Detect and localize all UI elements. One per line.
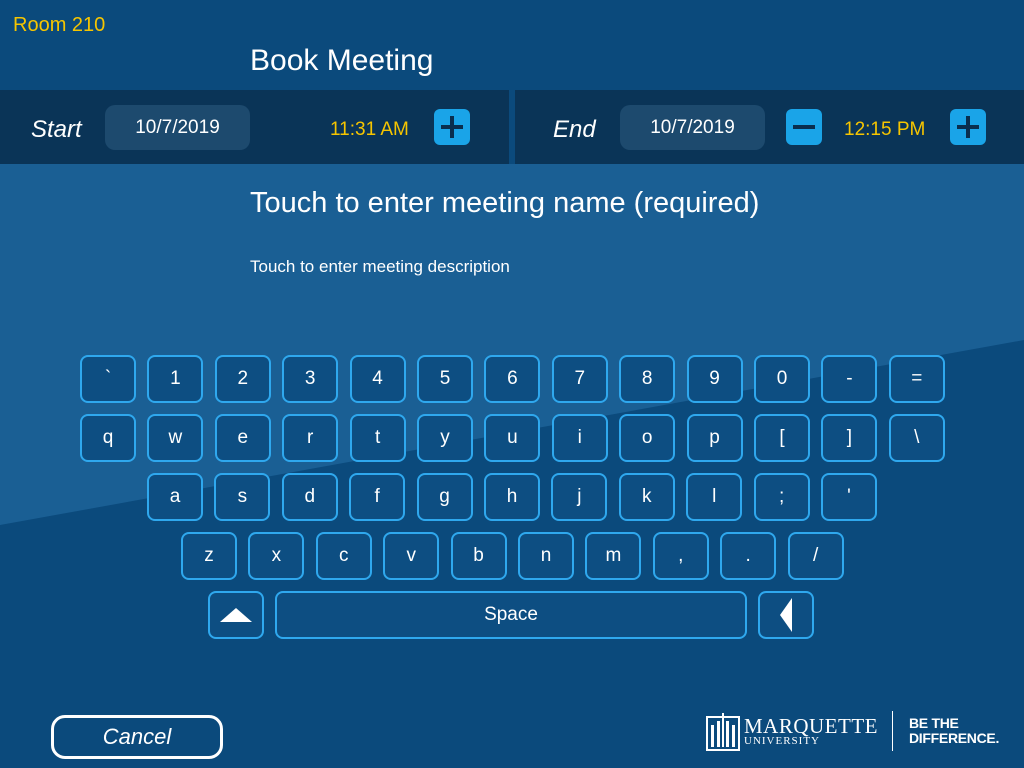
key-z[interactable]: z: [181, 532, 237, 580]
key-9[interactable]: 9: [686, 355, 743, 403]
key-j[interactable]: j: [551, 473, 608, 521]
end-label: End: [553, 116, 596, 143]
end-time-increase-button[interactable]: [950, 109, 986, 145]
backspace-key[interactable]: [758, 591, 814, 639]
marquette-crest-icon: [706, 713, 740, 751]
key-v[interactable]: v: [383, 532, 440, 580]
up-triangle-icon: [220, 608, 252, 622]
key-0[interactable]: 0: [754, 355, 810, 403]
space-key[interactable]: Space: [275, 591, 747, 639]
cancel-button[interactable]: Cancel: [51, 715, 223, 759]
key-u[interactable]: u: [484, 414, 541, 462]
left-triangle-icon: [780, 598, 792, 632]
key-7[interactable]: 7: [551, 355, 608, 403]
room-name: Room 210: [13, 14, 106, 36]
end-time-value: 12:15 PM: [844, 119, 926, 140]
key-g[interactable]: g: [416, 473, 473, 521]
meeting-description-input[interactable]: Touch to enter meeting description: [250, 257, 510, 277]
start-date-field[interactable]: 10/7/2019: [105, 105, 250, 150]
key-backslash[interactable]: \: [888, 414, 945, 462]
key-r[interactable]: r: [282, 414, 339, 462]
meeting-name-input[interactable]: Touch to enter meeting name (required): [250, 187, 759, 220]
minus-icon: [793, 125, 815, 129]
key-backtick[interactable]: `: [80, 355, 136, 403]
key-2[interactable]: 2: [214, 355, 271, 403]
start-time-bar: Start 10/7/2019 11:31 AM: [0, 90, 509, 164]
key-right-bracket[interactable]: ]: [821, 414, 878, 462]
key-n[interactable]: n: [518, 532, 574, 580]
start-time-increase-button[interactable]: [434, 109, 470, 145]
key-m[interactable]: m: [585, 532, 642, 580]
slogan: BE THE DIFFERENCE.: [909, 716, 999, 746]
shift-key[interactable]: [208, 591, 264, 639]
key-c[interactable]: c: [315, 532, 372, 580]
end-time-bar: End 10/7/2019 12:15 PM: [515, 90, 1024, 164]
key-quote[interactable]: ': [821, 473, 877, 521]
slogan-line-1: BE THE: [909, 715, 959, 731]
plus-icon: [441, 116, 463, 138]
key-w[interactable]: w: [147, 414, 204, 462]
key-s[interactable]: s: [214, 473, 271, 521]
key-k[interactable]: k: [618, 473, 675, 521]
logo-divider: [892, 711, 893, 751]
key-semicolon[interactable]: ;: [753, 473, 810, 521]
key-p[interactable]: p: [686, 414, 743, 462]
key-period[interactable]: .: [720, 532, 777, 580]
key-q[interactable]: q: [80, 414, 136, 462]
key-b[interactable]: b: [450, 532, 507, 580]
slogan-line-2: DIFFERENCE.: [909, 730, 1000, 746]
key-left-bracket[interactable]: [: [754, 414, 810, 462]
key-f[interactable]: f: [349, 473, 406, 521]
key-e[interactable]: e: [214, 414, 271, 462]
key-i[interactable]: i: [551, 414, 608, 462]
plus-icon: [957, 116, 979, 138]
key-y[interactable]: y: [417, 414, 473, 462]
key-comma[interactable]: ,: [652, 532, 709, 580]
start-time-value: 11:31 AM: [330, 119, 409, 140]
key-3[interactable]: 3: [282, 355, 339, 403]
end-date-field[interactable]: 10/7/2019: [620, 105, 765, 150]
key-a[interactable]: a: [147, 473, 203, 521]
key-slash[interactable]: /: [787, 532, 844, 580]
key-l[interactable]: l: [686, 473, 743, 521]
key-o[interactable]: o: [619, 414, 676, 462]
key-minus[interactable]: -: [821, 355, 878, 403]
page-title: Book Meeting: [250, 44, 434, 77]
key-t[interactable]: t: [349, 414, 406, 462]
start-label: Start: [31, 116, 82, 143]
key-1[interactable]: 1: [147, 355, 204, 403]
key-d[interactable]: d: [281, 473, 338, 521]
key-4[interactable]: 4: [349, 355, 406, 403]
key-equals[interactable]: =: [888, 355, 945, 403]
marquette-logo: MARQUETTE UNIVERSITY BE THE DIFFERENCE.: [706, 709, 999, 753]
logo-name: MARQUETTE: [744, 713, 878, 738]
key-5[interactable]: 5: [417, 355, 473, 403]
key-6[interactable]: 6: [484, 355, 541, 403]
key-h[interactable]: h: [484, 473, 540, 521]
key-x[interactable]: x: [248, 532, 305, 580]
end-time-decrease-button[interactable]: [786, 109, 822, 145]
key-8[interactable]: 8: [619, 355, 676, 403]
